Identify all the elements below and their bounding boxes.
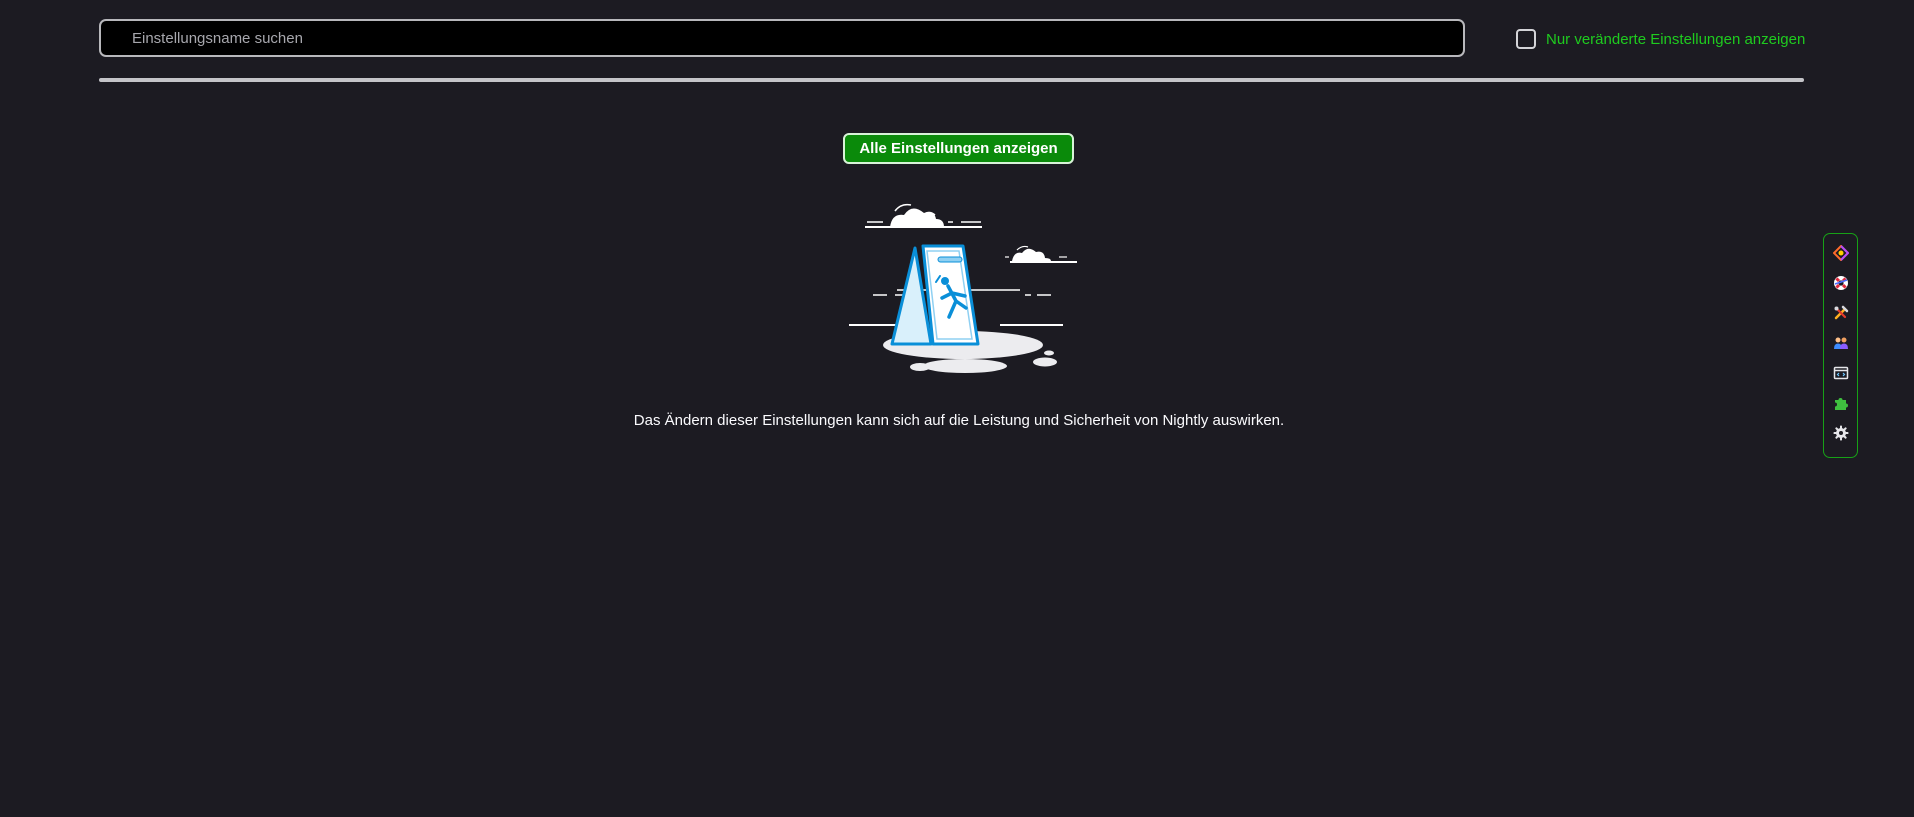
window-code-icon[interactable] [1832,364,1850,382]
divider [99,78,1804,82]
puzzle-icon[interactable] [1832,394,1850,412]
tools-icon[interactable] [1832,304,1850,322]
about-config-page: Nur veränderte Einstellungen anzeigen Al… [0,0,1914,817]
search-box [99,19,1465,57]
modified-only-toggle[interactable]: Nur veränderte Einstellungen anzeigen [1516,27,1805,51]
wet-floor-warning-illustration [845,195,1080,380]
gear-icon[interactable] [1832,424,1850,442]
users-icon[interactable] [1832,334,1850,352]
side-toolbar [1823,233,1858,458]
extension-colorful-icon[interactable] [1832,244,1850,262]
modified-only-checkbox[interactable] [1516,29,1536,49]
warning-text: Das Ändern dieser Einstellungen kann sic… [633,412,1285,429]
modified-only-label: Nur veränderte Einstellungen anzeigen [1546,30,1806,48]
show-all-button[interactable]: Alle Einstellungen anzeigen [843,133,1074,164]
wet-floor-sign-icon [849,203,1077,373]
lifebuoy-icon[interactable] [1832,274,1850,292]
search-input[interactable] [101,21,1463,55]
